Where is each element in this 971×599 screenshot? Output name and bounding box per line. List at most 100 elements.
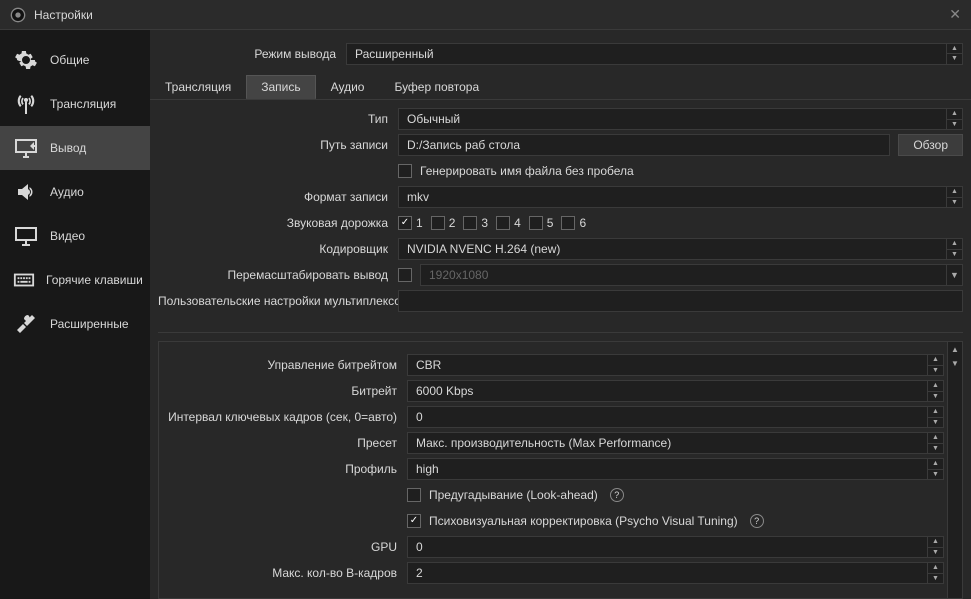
updown-icon: ▲▼ [927, 381, 943, 401]
updown-icon: ▲▼ [946, 44, 962, 64]
mux-input[interactable] [398, 290, 963, 312]
input-value: D:/Запись раб стола [407, 138, 520, 152]
track-1-label: 1 [416, 216, 423, 230]
sidebar-item-stream[interactable]: Трансляция [0, 82, 150, 126]
tab-streaming[interactable]: Трансляция [150, 75, 246, 99]
updown-icon: ▲▼ [946, 239, 962, 259]
rec-format-select[interactable]: mkv ▲▼ [398, 186, 963, 208]
bframes-label: Макс. кол-во B-кадров [167, 566, 407, 580]
updown-icon: ▲▼ [927, 355, 943, 375]
rate-control-select[interactable]: CBR ▲▼ [407, 354, 944, 376]
tools-icon [12, 310, 40, 338]
speaker-icon [12, 178, 40, 206]
keyint-spinner[interactable]: 0▲▼ [407, 406, 944, 428]
sidebar-item-video[interactable]: Видео [0, 214, 150, 258]
gpu-spinner[interactable]: 0 ▲▼ [407, 536, 944, 558]
sidebar-item-label: Общие [50, 53, 89, 67]
track-2-label: 2 [449, 216, 456, 230]
track-5-checkbox[interactable] [529, 216, 543, 230]
content-area: Режим вывода Расширенный ▲▼ Трансляция З… [150, 30, 971, 599]
output-mode-label: Режим вывода [158, 47, 346, 61]
select-value: Макс. производительность (Max Performanc… [416, 436, 671, 450]
sidebar-item-hotkeys[interactable]: Горячие клавиши [0, 258, 150, 302]
output-tabs: Трансляция Запись Аудио Буфер повтора [150, 75, 971, 100]
sidebar-item-label: Расширенные [50, 317, 129, 331]
psycho-checkbox[interactable] [407, 514, 421, 528]
encoder-select[interactable]: NVIDIA NVENC H.264 (new) ▲▼ [398, 238, 963, 260]
encoder-label: Кодировщик [158, 242, 398, 256]
track-5-label: 5 [547, 216, 554, 230]
keyboard-icon [12, 266, 36, 294]
monitor-arrow-icon [12, 134, 40, 162]
sidebar-item-general[interactable]: Общие [0, 38, 150, 82]
updown-icon: ▲▼ [946, 187, 962, 207]
preset-label: Пресет [167, 436, 407, 450]
tab-audio[interactable]: Аудио [316, 75, 380, 99]
rec-path-input[interactable]: D:/Запись раб стола [398, 134, 890, 156]
track-3-checkbox[interactable] [463, 216, 477, 230]
bitrate-spinner[interactable]: 6000 Kbps▲▼ [407, 380, 944, 402]
psycho-label: Психовизуальная корректировка (Psycho Vi… [429, 514, 738, 528]
browse-button[interactable]: Обзор [898, 134, 963, 156]
window-close-button[interactable]: ✕ [949, 6, 961, 23]
track-2-checkbox[interactable] [431, 216, 445, 230]
lookahead-checkbox[interactable] [407, 488, 421, 502]
select-value: Расширенный [355, 47, 434, 61]
mux-label: Пользовательские настройки мультиплексор… [158, 294, 398, 308]
spinner-value: 2 [416, 566, 423, 580]
rescale-select[interactable]: 1920x1080 ▼ [420, 264, 963, 286]
gpu-label: GPU [167, 540, 407, 554]
updown-icon: ▲▼ [927, 563, 943, 583]
rec-path-label: Путь записи [158, 138, 398, 152]
rate-control-label: Управление битрейтом [167, 358, 407, 372]
chevron-down-icon: ▼ [946, 265, 962, 285]
help-icon[interactable]: ? [610, 488, 624, 502]
encoder-settings-group: ▲▼ Управление битрейтом CBR ▲▼ Битрейт 60… [158, 341, 963, 599]
sidebar-item-output[interactable]: Вывод [0, 126, 150, 170]
rec-type-select[interactable]: Обычный ▲▼ [398, 108, 963, 130]
bframes-spinner[interactable]: 2 ▲▼ [407, 562, 944, 584]
rec-type-label: Тип [158, 112, 398, 126]
preset-select[interactable]: Макс. производительность (Max Performanc… [407, 432, 944, 454]
bitrate-label: Битрейт [167, 384, 407, 398]
track-6-checkbox[interactable] [561, 216, 575, 230]
updown-icon: ▲▼ [927, 537, 943, 557]
output-mode-select[interactable]: Расширенный ▲▼ [346, 43, 963, 65]
updown-icon: ▲▼ [946, 109, 962, 129]
encoder-scrollbar[interactable]: ▲▼ [947, 341, 963, 599]
updown-icon: ▲▼ [927, 459, 943, 479]
track-4-label: 4 [514, 216, 521, 230]
monitor-icon [12, 222, 40, 250]
rescale-checkbox[interactable] [398, 268, 412, 282]
track-6-label: 6 [579, 216, 586, 230]
app-logo [10, 7, 26, 23]
select-value: CBR [416, 358, 441, 372]
gen-filename-nospace-label: Генерировать имя файла без пробела [420, 164, 634, 178]
select-value: Обычный [407, 112, 460, 126]
gear-icon [12, 46, 40, 74]
window-title: Настройки [34, 8, 949, 22]
select-value: mkv [407, 190, 429, 204]
profile-select[interactable]: high▲▼ [407, 458, 944, 480]
gen-filename-nospace-checkbox[interactable] [398, 164, 412, 178]
sidebar-item-label: Горячие клавиши [46, 273, 143, 287]
track-1-checkbox[interactable] [398, 216, 412, 230]
antenna-icon [12, 90, 40, 118]
sidebar-item-advanced[interactable]: Расширенные [0, 302, 150, 346]
tab-replay-buffer[interactable]: Буфер повтора [379, 75, 494, 99]
tab-recording[interactable]: Запись [246, 75, 315, 99]
sidebar-item-label: Видео [50, 229, 85, 243]
spinner-value: 0 [416, 540, 423, 554]
track-4-checkbox[interactable] [496, 216, 510, 230]
sidebar-item-label: Аудио [50, 185, 84, 199]
rescale-label: Перемасштабировать вывод [158, 268, 398, 282]
help-icon[interactable]: ? [750, 514, 764, 528]
spinner-value: 0 [416, 410, 423, 424]
titlebar: Настройки ✕ [0, 0, 971, 30]
profile-label: Профиль [167, 462, 407, 476]
sidebar-item-audio[interactable]: Аудио [0, 170, 150, 214]
keyint-label: Интервал ключевых кадров (сек, 0=авто) [167, 410, 407, 424]
select-value: NVIDIA NVENC H.264 (new) [407, 242, 560, 256]
updown-icon: ▲▼ [927, 433, 943, 453]
sidebar-item-label: Вывод [50, 141, 86, 155]
